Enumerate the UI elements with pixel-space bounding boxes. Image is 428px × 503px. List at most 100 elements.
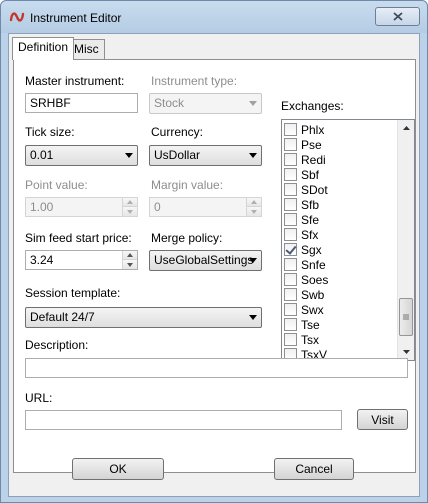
exchange-checkbox[interactable]: [284, 333, 297, 346]
exchange-name: SDot: [301, 182, 328, 197]
arrow-up-icon: [251, 200, 257, 204]
arrow-up-icon: [127, 253, 133, 257]
cancel-button[interactable]: Cancel: [274, 458, 354, 480]
exchange-name: Swb: [301, 287, 325, 302]
description-field[interactable]: [25, 358, 408, 378]
arrow-up-icon: [127, 200, 133, 204]
exchange-item-sfe[interactable]: Sfe: [284, 212, 319, 227]
exchange-checkbox[interactable]: [284, 303, 297, 316]
exchange-name: Snfe: [301, 257, 326, 272]
exchange-checkbox[interactable]: [284, 198, 297, 211]
instrument-type-label: Instrument type:: [151, 74, 238, 88]
arrow-down-icon: [251, 209, 257, 214]
tick-size-label: Tick size:: [25, 125, 75, 139]
exchange-checkbox[interactable]: [284, 318, 297, 331]
sim-feed-start-price-label: Sim feed start price:: [25, 231, 132, 245]
exchange-item-sfb[interactable]: Sfb: [284, 197, 319, 212]
exchange-name: Pse: [301, 137, 322, 152]
merge-policy-value: UseGlobalSettings: [154, 253, 254, 267]
margin-value-value: 0: [154, 200, 161, 214]
instrument-type-value: Stock: [154, 96, 185, 110]
tab-definition[interactable]: Definition: [12, 37, 75, 60]
exchange-checkbox[interactable]: [284, 273, 297, 286]
exchange-item-tsx[interactable]: Tsx: [284, 332, 319, 347]
tick-size-select[interactable]: 0.01: [25, 145, 138, 166]
scroll-thumb[interactable]: [399, 298, 413, 336]
sim-feed-start-price-value: 3.24: [30, 253, 54, 267]
margin-value-up-button[interactable]: [247, 198, 261, 207]
close-button[interactable]: [375, 7, 420, 26]
exchange-item-sbf[interactable]: Sbf: [284, 167, 319, 182]
chevron-down-icon: [249, 101, 257, 106]
exchange-item-phlx[interactable]: Phlx: [284, 122, 324, 137]
url-field[interactable]: [25, 410, 342, 430]
description-label: Description:: [25, 338, 89, 352]
title-bar: Instrument Editor: [1, 1, 427, 33]
point-value-down-button[interactable]: [123, 207, 137, 216]
master-instrument-label: Master instrument:: [25, 74, 125, 88]
currency-select[interactable]: UsDollar: [149, 145, 262, 166]
merge-policy-select[interactable]: UseGlobalSettings: [149, 250, 262, 271]
exchange-checkbox[interactable]: [284, 213, 297, 226]
visit-button[interactable]: Visit: [357, 409, 408, 430]
currency-label: Currency:: [151, 125, 204, 139]
tick-size-value: 0.01: [30, 148, 54, 162]
exchange-name: Sfe: [301, 212, 320, 227]
exchange-name: Soes: [301, 272, 329, 287]
exchange-name: Tsx: [301, 332, 319, 347]
exchange-item-pse[interactable]: Pse: [284, 137, 322, 152]
exchange-item-tse[interactable]: Tse: [284, 317, 320, 332]
exchange-item-sdot[interactable]: SDot: [284, 182, 328, 197]
exchanges-scrollbar[interactable]: [397, 120, 414, 360]
exchange-name: Swx: [301, 302, 324, 317]
ok-button[interactable]: OK: [72, 458, 164, 480]
exchange-item-redi[interactable]: Redi: [284, 152, 326, 167]
exchange-name: Sgx: [301, 242, 322, 257]
exchange-name: Sfx: [301, 227, 319, 242]
window-title: Instrument Editor: [30, 11, 122, 25]
point-value-spinner[interactable]: 1.00: [25, 197, 138, 217]
exchange-checkbox[interactable]: [284, 288, 297, 301]
exchange-item-soes[interactable]: Soes: [284, 272, 328, 287]
session-template-select[interactable]: Default 24/7: [25, 307, 262, 328]
session-template-value: Default 24/7: [30, 310, 95, 324]
exchange-item-swx[interactable]: Swx: [284, 302, 324, 317]
exchange-name: Redi: [301, 152, 326, 167]
exchange-checkbox[interactable]: [284, 138, 297, 151]
scroll-up-button[interactable]: [398, 120, 414, 136]
exchange-item-snfe[interactable]: Snfe: [284, 257, 326, 272]
exchange-checkbox[interactable]: [284, 228, 297, 241]
exchange-checkbox[interactable]: [284, 183, 297, 196]
exchange-name: Tse: [301, 317, 320, 332]
chevron-down-icon: [249, 315, 257, 320]
exchange-item-swb[interactable]: Swb: [284, 287, 324, 302]
master-instrument-field[interactable]: [25, 93, 138, 113]
exchange-checkbox[interactable]: [284, 153, 297, 166]
currency-value: UsDollar: [154, 148, 201, 162]
margin-value-down-button[interactable]: [247, 207, 261, 216]
margin-value-spinner[interactable]: 0: [149, 197, 262, 217]
arrow-down-icon: [402, 350, 410, 354]
point-value-value: 1.00: [30, 200, 54, 214]
exchange-name: Phlx: [301, 122, 325, 137]
arrow-down-icon: [127, 262, 133, 267]
exchange-checkbox[interactable]: [284, 258, 297, 271]
exchange-item-sfx[interactable]: Sfx: [284, 227, 318, 242]
arrow-down-icon: [127, 209, 133, 214]
definition-tab-panel: Master instrument: Instrument type: Stoc…: [13, 59, 416, 473]
exchange-checkbox-checked[interactable]: [284, 243, 297, 256]
instrument-editor-window: Instrument Editor Definition Misc Master…: [0, 0, 428, 503]
instrument-type-select[interactable]: Stock: [149, 93, 262, 114]
exchange-checkbox[interactable]: [284, 123, 297, 136]
sim-feed-up-button[interactable]: [123, 251, 137, 260]
point-value-up-button[interactable]: [123, 198, 137, 207]
point-value-label: Point value:: [25, 178, 88, 192]
margin-value-label: Margin value:: [151, 178, 224, 192]
exchanges-listbox[interactable]: Phlx Pse Redi Sbf SDot Sfb Sfe Sfx Sgx S…: [281, 119, 415, 361]
sim-feed-start-price-spinner[interactable]: 3.24: [25, 250, 138, 270]
exchange-item-sgx[interactable]: Sgx: [284, 242, 322, 257]
session-template-label: Session template:: [25, 286, 121, 300]
chevron-down-icon: [125, 153, 133, 158]
exchange-checkbox[interactable]: [284, 168, 297, 181]
sim-feed-down-button[interactable]: [123, 260, 137, 269]
